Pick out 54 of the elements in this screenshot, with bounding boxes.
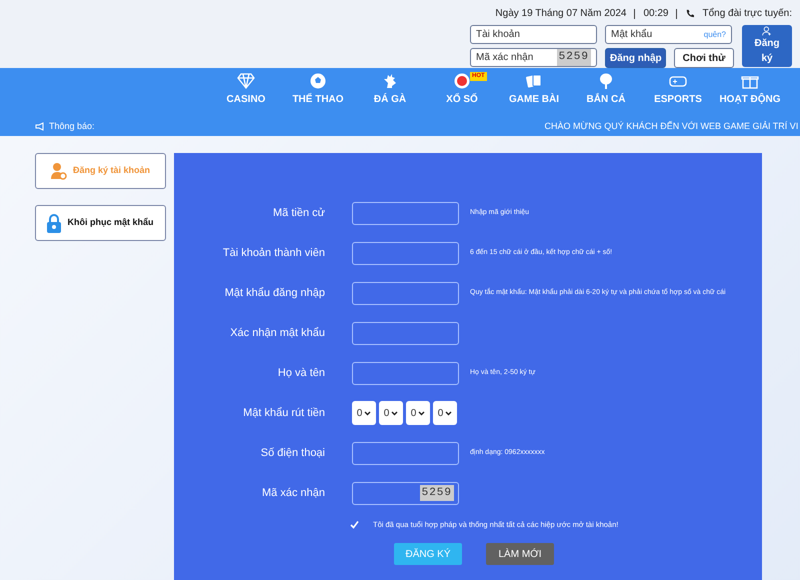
- diamond-icon: [237, 72, 255, 90]
- nav-tab[interactable]: CASINO: [210, 72, 282, 107]
- captcha-field[interactable]: Mã xác nhận 5259: [470, 48, 597, 67]
- captcha-field[interactable]: 5259: [352, 482, 459, 504]
- digit-select[interactable]: 0: [379, 401, 403, 425]
- digit-select[interactable]: 0: [352, 401, 376, 425]
- sidebar-button[interactable]: Khôi phục mật khẩu: [35, 205, 166, 241]
- trial-button[interactable]: Chơi thử: [674, 48, 734, 68]
- field-label: Số điện thoại: [260, 446, 326, 461]
- input-field[interactable]: [352, 362, 459, 384]
- time-text: 00:29: [643, 7, 668, 21]
- forgot-link[interactable]: quên?: [704, 28, 726, 40]
- soccer-ball-icon: [309, 72, 327, 90]
- caret-icon: [418, 410, 426, 416]
- reset-button[interactable]: LÀM MỚI: [486, 543, 554, 566]
- placeholder-text: Mật khẩu: [611, 28, 652, 42]
- captcha-code: 5259: [556, 49, 591, 66]
- input-field[interactable]: [352, 202, 459, 224]
- account-field[interactable]: Tài khoản: [470, 25, 597, 44]
- checkbox[interactable]: [350, 520, 359, 530]
- nav-tab[interactable]: THỂ THAO: [282, 72, 354, 107]
- field-label: Mật khẩu rút tiền: [242, 406, 326, 421]
- caret-icon: [391, 410, 398, 416]
- placeholder-text: Mã xác nhận: [476, 51, 534, 65]
- login-button[interactable]: Đăng nhập: [605, 48, 666, 68]
- field-label: Mật khẩu đăng nhập: [224, 286, 326, 301]
- user-plus-icon: [50, 162, 67, 180]
- nav-tab[interactable]: GAME BÀI: [498, 72, 570, 107]
- padlock-icon: [47, 214, 62, 232]
- digit-select[interactable]: 0: [433, 401, 457, 425]
- digit-select[interactable]: 0: [406, 401, 430, 425]
- input-field[interactable]: [352, 242, 459, 264]
- notice-text: CHÀO MỪNG QUÝ KHÁCH ĐẾN VỚI WEB GAME GIẢI TRÍ VI: [544, 120, 798, 134]
- notice-label: Thông báo:: [49, 120, 95, 134]
- input-field[interactable]: [352, 282, 459, 304]
- field-label: Xác nhận mật khẩu: [229, 326, 326, 341]
- input-field[interactable]: [352, 442, 459, 464]
- caret-icon: [445, 410, 452, 416]
- captcha-code: 5259: [420, 484, 454, 502]
- date-text: Ngày 19 Tháng 07 Năm 2024: [495, 7, 626, 21]
- field-label: Tài khoản thành viên: [222, 246, 326, 261]
- nav-tab[interactable]: ĐÁ GÀ: [354, 72, 426, 107]
- lottery-ball-icon: [453, 72, 471, 90]
- field-label: Mã tiền cử: [272, 206, 326, 221]
- field-label: Mã xác nhận: [261, 486, 326, 501]
- nav-tab[interactable]: BẮN CÁ: [570, 72, 642, 107]
- nav-tab[interactable]: ESPORTS: [642, 72, 714, 107]
- password-field[interactable]: Mật khẩu quên?: [605, 25, 732, 44]
- nav-tab[interactable]: HOẠT ĐỘNG: [714, 72, 786, 107]
- field-label: Họ và tên: [276, 366, 326, 381]
- input-field[interactable]: [352, 322, 459, 344]
- hotline-label: Tổng đài trực tuyến:: [702, 6, 792, 21]
- caret-icon: [364, 410, 372, 416]
- register-button[interactable]: Đăng ký: [742, 25, 792, 67]
